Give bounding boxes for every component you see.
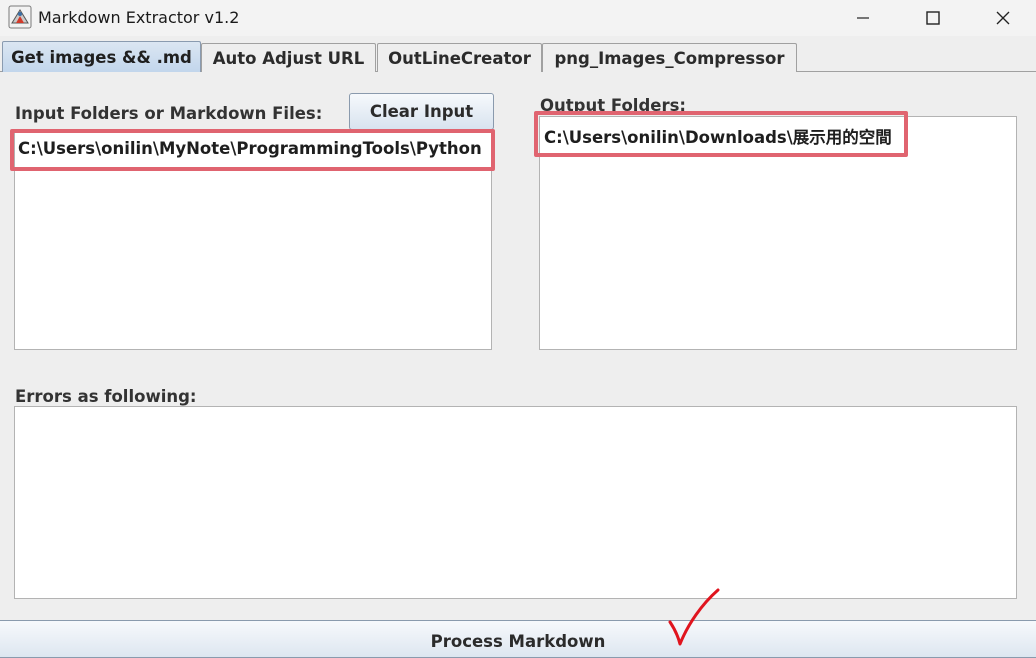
maximize-button[interactable]: [910, 0, 956, 36]
minimize-button[interactable]: [840, 0, 886, 36]
app-window: Markdown Extractor v1.2 Get images && .m…: [0, 0, 1036, 658]
tab-label: png_Images_Compressor: [554, 48, 785, 68]
close-icon: [996, 11, 1010, 25]
input-folders-list[interactable]: [14, 130, 492, 350]
tab-label: Get images && .md: [11, 47, 192, 67]
clear-input-label: Clear Input: [369, 102, 474, 121]
tab-outline-creator[interactable]: OutLineCreator: [377, 43, 542, 72]
output-folders-label: Output Folders:: [540, 96, 687, 115]
clear-input-button[interactable]: Clear Input: [349, 93, 494, 130]
title-bar[interactable]: Markdown Extractor v1.2: [0, 0, 1036, 36]
close-button[interactable]: [980, 0, 1026, 36]
process-markdown-button[interactable]: Process Markdown: [0, 620, 1036, 658]
input-path-item[interactable]: C:\Users\onilin\MyNote\ProgrammingTools\…: [18, 139, 486, 158]
maximize-icon: [926, 11, 940, 25]
errors-text-area[interactable]: [14, 406, 1017, 599]
tab-png-images-compressor[interactable]: png_Images_Compressor: [542, 43, 797, 72]
output-path-item[interactable]: C:\Users\onilin\Downloads\展示用的空間: [544, 124, 1014, 148]
input-folders-label: Input Folders or Markdown Files:: [15, 104, 323, 123]
process-markdown-label: Process Markdown: [430, 631, 606, 651]
window-title: Markdown Extractor v1.2: [38, 8, 240, 27]
minimize-icon: [857, 17, 869, 19]
tab-auto-adjust-url[interactable]: Auto Adjust URL: [201, 43, 376, 72]
tab-get-images[interactable]: Get images && .md: [2, 41, 201, 72]
tab-label: OutLineCreator: [388, 48, 531, 68]
output-folders-list[interactable]: [539, 116, 1017, 350]
java-app-icon: [8, 5, 32, 29]
tab-label: Auto Adjust URL: [212, 48, 365, 68]
errors-label: Errors as following:: [15, 387, 197, 406]
